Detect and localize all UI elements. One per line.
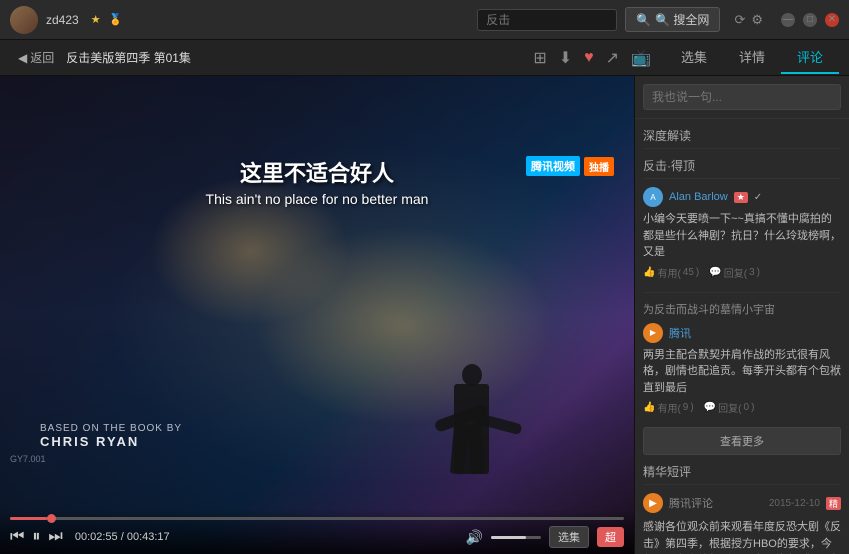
comment-avatar-2: ▶	[643, 323, 663, 343]
window-controls: — □ ✕	[781, 13, 839, 27]
back-button[interactable]: ◀ 返回	[10, 45, 62, 70]
highlight-badge: 精	[826, 497, 841, 510]
subtitle-en: This ain't no place for no better man	[0, 191, 634, 207]
search-btn-label: 🔍 搜全网	[655, 11, 709, 28]
book-credit: BASED ON THE BOOK BY	[40, 423, 182, 434]
controls-row: ⏮ ⏸ ⏭ 00:02:55 / 00:43:17 🔊 选集 超	[10, 526, 624, 548]
highlight-source: 腾讯评论	[669, 495, 713, 511]
search-icon: 🔍	[636, 13, 651, 27]
tencent-logo: 腾讯视频	[526, 156, 580, 176]
highlight-source-icon: ▶	[643, 493, 663, 513]
main-content: 这里不适合好人 This ain't no place for no bette…	[0, 76, 849, 554]
super-button[interactable]: 超	[597, 527, 624, 547]
comment-verified-icon: ✓	[754, 192, 762, 203]
video-player[interactable]: 这里不适合好人 This ain't no place for no bette…	[0, 76, 634, 554]
comment-text-2: 两男主配合默契并肩作战的形式很有风格，剧情也配追贡。每季开头都有个包袱直到最后	[643, 347, 841, 397]
comment-avatar: A	[643, 187, 663, 207]
deep-read-title: 深度解读	[643, 127, 841, 149]
tab-select[interactable]: 选集	[665, 41, 723, 74]
reply-button[interactable]: 💬 回复(3)	[709, 265, 760, 280]
progress-dot	[47, 514, 56, 523]
section-divider	[643, 292, 841, 293]
vip-icon: 🏅	[109, 13, 123, 26]
download-icon[interactable]: ⬇	[559, 48, 572, 68]
titlebar-icons: ⟳ ⚙	[734, 12, 763, 28]
volume-fill	[491, 536, 526, 539]
highlight-title: 精华短评	[643, 463, 841, 485]
watermark: 腾讯视频 独播	[526, 156, 614, 176]
star-icon: ★	[91, 13, 101, 26]
titlebar: zd423 ★ 🏅 🔍 🔍 搜全网 ⟳ ⚙ — □ ✕	[0, 0, 849, 40]
favorite-icon[interactable]: ♥	[584, 49, 594, 67]
video-figure	[434, 334, 514, 474]
search-button[interactable]: 🔍 🔍 搜全网	[625, 7, 720, 32]
book-author: CHRIS RYAN	[40, 434, 139, 449]
back-label: 返回	[30, 49, 54, 66]
reply-button-2[interactable]: 💬 回复(0)	[704, 400, 755, 415]
refresh-icon[interactable]: ⟳	[734, 12, 745, 28]
volume-icon[interactable]: 🔊	[466, 529, 483, 546]
comment-actions-2: 👍 有用(9) 💬 回复(0)	[643, 400, 841, 415]
right-panel: 深度解读 反击·得顶 A Alan Barlow ★ ✓ 小编今天要喷一下~~真…	[634, 76, 849, 554]
progress-fill	[10, 517, 47, 520]
current-time: 00:02:55	[75, 531, 118, 543]
video-controls: ⏮ ⏸ ⏭ 00:02:55 / 00:43:17 🔊 选集 超	[0, 509, 634, 554]
maximize-button[interactable]: □	[803, 13, 817, 27]
settings-icon[interactable]: ⚙	[751, 12, 763, 28]
comment-item: A Alan Barlow ★ ✓ 小编今天要喷一下~~真搞不懂中腐拍的都是些什…	[643, 187, 841, 280]
top-comments-title: 反击·得顶	[643, 157, 841, 179]
close-button[interactable]: ✕	[825, 13, 839, 27]
comment-input-area	[635, 76, 849, 119]
time-display: 00:02:55 / 00:43:17	[75, 531, 170, 543]
comment-actions: 👍 有用(45) 💬 回复(3)	[643, 265, 841, 280]
reply-icon-2: 💬	[704, 402, 716, 413]
like-button[interactable]: 👍 有用(45)	[643, 265, 699, 280]
see-more-button[interactable]: 查看更多	[643, 427, 841, 455]
comment-username[interactable]: Alan Barlow	[669, 191, 728, 203]
vip-badge: 独播	[584, 157, 614, 176]
comment-badge: ★	[734, 192, 748, 203]
sub-section-title: 为反击而战斗的墓情小宇宙	[643, 301, 841, 317]
thumb-up-icon-2: 👍	[643, 402, 655, 413]
total-time: 00:43:17	[127, 531, 170, 543]
like-button-2[interactable]: 👍 有用(9)	[643, 400, 694, 415]
tab-comment[interactable]: 评论	[781, 41, 839, 74]
comment-item: ▶ 腾讯 两男主配合默契并肩作战的形式很有风格，剧情也配追贡。每季开头都有个包袱…	[643, 323, 841, 416]
timestamp-overlay: GY7.001	[10, 454, 46, 464]
back-icon: ◀	[18, 51, 27, 65]
reply-icon: 💬	[709, 267, 721, 278]
episode-title: 反击美版第四季 第01集	[66, 49, 529, 66]
volume-bar[interactable]	[491, 536, 541, 539]
tab-bar: 选集 详情 评论	[665, 41, 839, 74]
avatar[interactable]	[10, 6, 38, 34]
comment-username-2[interactable]: 腾讯	[669, 325, 691, 341]
thumb-up-icon: 👍	[643, 267, 655, 278]
search-input[interactable]	[477, 9, 617, 31]
progress-bar[interactable]	[10, 517, 624, 520]
next-button[interactable]: ⏭	[48, 528, 62, 546]
tab-detail[interactable]: 详情	[723, 41, 781, 74]
screenshot-icon[interactable]: ⊞	[533, 48, 546, 68]
episode-select-button[interactable]: 选集	[549, 526, 589, 548]
username-label: zd423	[46, 13, 79, 27]
minimize-button[interactable]: —	[781, 13, 795, 27]
toolbar: ◀ 返回 反击美版第四季 第01集 ⊞ ⬇ ♥ ↗ 📺 选集 详情 评论	[0, 40, 849, 76]
tv-icon[interactable]: 📺	[631, 48, 651, 68]
share-icon[interactable]: ↗	[606, 48, 619, 68]
pause-button[interactable]: ⏸	[32, 528, 40, 546]
comment-input[interactable]	[643, 84, 841, 110]
highlight-date: 2015-12-10	[769, 498, 820, 509]
prev-button[interactable]: ⏮	[10, 528, 24, 546]
highlight-section: 精华短评 ▶ 腾讯评论 2015-12-10 精 感谢各位观众前来观看年度反恐大…	[643, 463, 841, 554]
comment-text: 小编今天要喷一下~~真搞不懂中腐拍的都是些什么神剧？抗日？什么玲珑榜啊，又是	[643, 211, 841, 261]
toolbar-actions: ⊞ ⬇ ♥ ↗ 📺	[533, 48, 651, 68]
comments-list[interactable]: 深度解读 反击·得顶 A Alan Barlow ★ ✓ 小编今天要喷一下~~真…	[635, 119, 849, 554]
highlight-text: 感谢各位观众前来观看年度反恐大剧《反击》第四季，根据授方HBO的要求，今年起所有…	[643, 519, 841, 554]
